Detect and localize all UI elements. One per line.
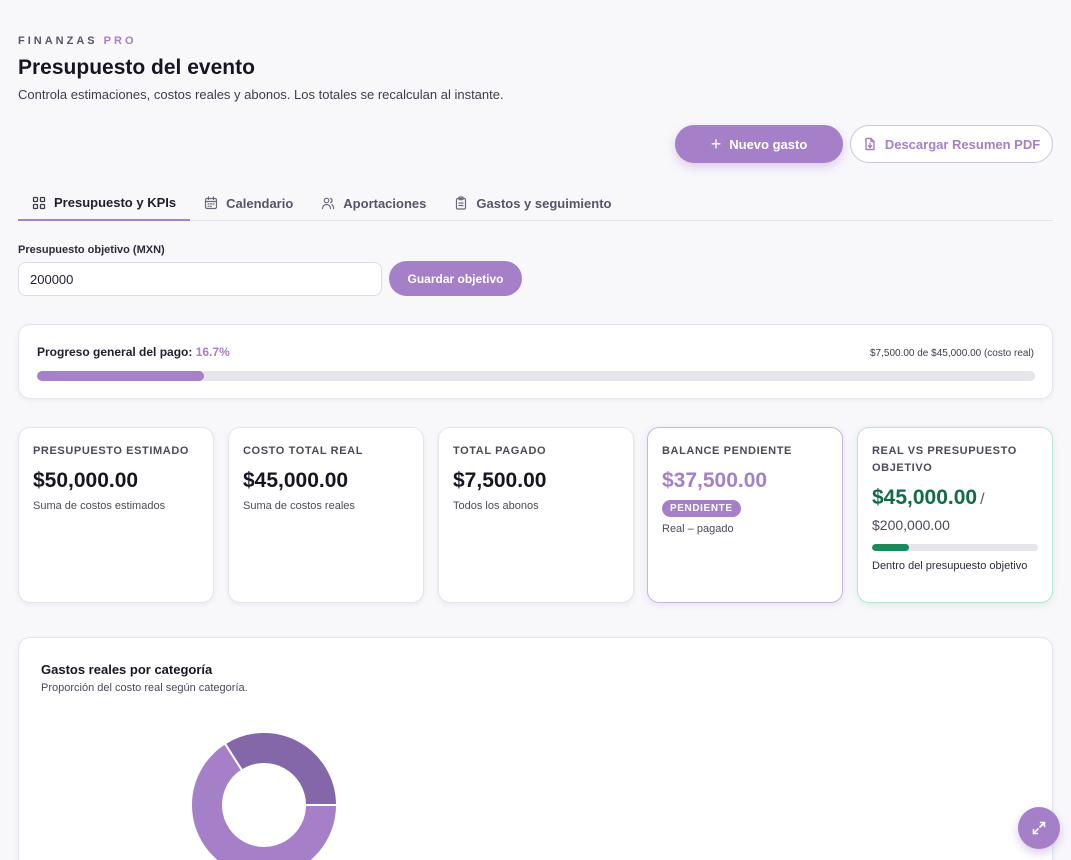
progress-text: Progreso general del pago: [37, 345, 193, 359]
kpi-value: $7,500.00 [453, 469, 547, 492]
page-title: Presupuesto del evento [18, 56, 255, 79]
tab-bar: Presupuesto y KPIs Calendario Aportacion… [18, 186, 1053, 221]
progress-bar [37, 371, 1035, 381]
tab-label: Presupuesto y KPIs [54, 195, 177, 210]
tab-calendar[interactable]: Calendario [190, 186, 307, 220]
real-cost-value: $45,000.00 [872, 486, 978, 509]
file-download-icon [865, 137, 875, 151]
expand-icon [1032, 821, 1046, 835]
real-vs-target-bar-fill [872, 544, 910, 551]
kpi-note: Suma de costos estimados [33, 500, 166, 512]
tab-label: Gastos y seguimiento [476, 195, 612, 211]
brand-logo: FINANZAS PRO [18, 35, 137, 47]
target-value: $200,000.00 [872, 517, 950, 533]
target-budget-label: Presupuesto objetivo (MXN) [18, 244, 165, 256]
kpi-title: BALANCE PENDIENTE [662, 445, 792, 457]
tab-budget-kpis[interactable]: Presupuesto y KPIs [18, 186, 191, 221]
new-expense-button[interactable]: + Nuevo gasto [675, 125, 843, 163]
tab-contributions[interactable]: Aportaciones [307, 186, 440, 220]
grid-icon [32, 196, 46, 209]
users-icon [322, 197, 335, 210]
category-donut-chart [190, 731, 339, 860]
payment-progress-card: Progreso general del pago: 16.7% $7,500.… [18, 324, 1053, 399]
save-target-button[interactable]: Guardar objetivo [389, 261, 522, 296]
kpi-pending-balance: BALANCE PENDIENTE $37,500.00 PENDIENTE R… [647, 427, 843, 603]
kpi-title: TOTAL PAGADO [453, 445, 547, 457]
kpi-estimated-budget: PRESUPUESTO ESTIMADO $50,000.00 Suma de … [18, 427, 214, 603]
page: FINANZAS PRO Presupuesto del evento Cont… [0, 0, 1071, 860]
kpi-title: COSTO TOTAL REAL [243, 445, 364, 457]
category-chart-card: Gastos reales por categoría Proporción d… [18, 637, 1053, 860]
kpi-total-real-cost: COSTO TOTAL REAL $45,000.00 Suma de cost… [228, 427, 424, 603]
tab-expenses[interactable]: Gastos y seguimiento [440, 186, 625, 220]
progress-summary: $7,500.00 de $45,000.00 (costo real) [869, 348, 1034, 359]
real-vs-target-bar [872, 544, 1038, 551]
download-pdf-label: Descargar Resumen PDF [884, 136, 1041, 152]
tab-label: Aportaciones [343, 195, 427, 211]
new-expense-label: Nuevo gasto [729, 136, 808, 152]
value-separator: / [980, 491, 985, 508]
kpi-note: Todos los abonos [453, 500, 539, 512]
kpi-value: $45,000.00 [243, 469, 349, 492]
progress-percent: 16.7% [195, 345, 230, 359]
kpi-note: Real – pagado [662, 523, 734, 535]
progress-label: Progreso general del pago: 16.7% [37, 345, 230, 359]
kpi-real-vs-target: REAL VS PRESUPUESTO OBJETIVO $45,000.00/… [857, 427, 1053, 603]
kpi-total-paid: TOTAL PAGADO $7,500.00 Todos los abonos [438, 427, 634, 603]
kpi-value: $45,000.00/ [872, 486, 1038, 510]
kpi-value: $37,500.00 [662, 469, 768, 492]
target-budget-input[interactable] [18, 262, 382, 296]
kpi-title: PRESUPUESTO ESTIMADO [33, 445, 190, 457]
tab-label: Calendario [226, 195, 294, 211]
chart-title: Gastos reales por categoría [41, 662, 213, 677]
kpi-title: REAL VS PRESUPUESTO OBJETIVO [872, 445, 1017, 474]
donut-slice-2 [223, 731, 339, 806]
kpi-note: Dentro del presupuesto objetivo [872, 560, 1028, 572]
status-badge: PENDIENTE [662, 500, 741, 517]
clipboard-icon [456, 196, 467, 210]
expand-button[interactable] [1018, 807, 1060, 849]
kpi-value: $50,000.00 [33, 469, 139, 492]
page-subtitle: Controla estimaciones, costos reales y a… [18, 87, 504, 102]
brand-accent: PRO [103, 35, 137, 47]
kpi-note: Suma de costos reales [243, 500, 355, 512]
download-pdf-button[interactable]: Descargar Resumen PDF [850, 125, 1053, 163]
calendar-icon [205, 196, 218, 210]
brand-main: FINANZAS [18, 35, 98, 47]
plus-icon: + [710, 134, 722, 154]
chart-subtitle: Proporción del costo real según categorí… [41, 682, 248, 694]
progress-bar-fill [37, 371, 204, 381]
